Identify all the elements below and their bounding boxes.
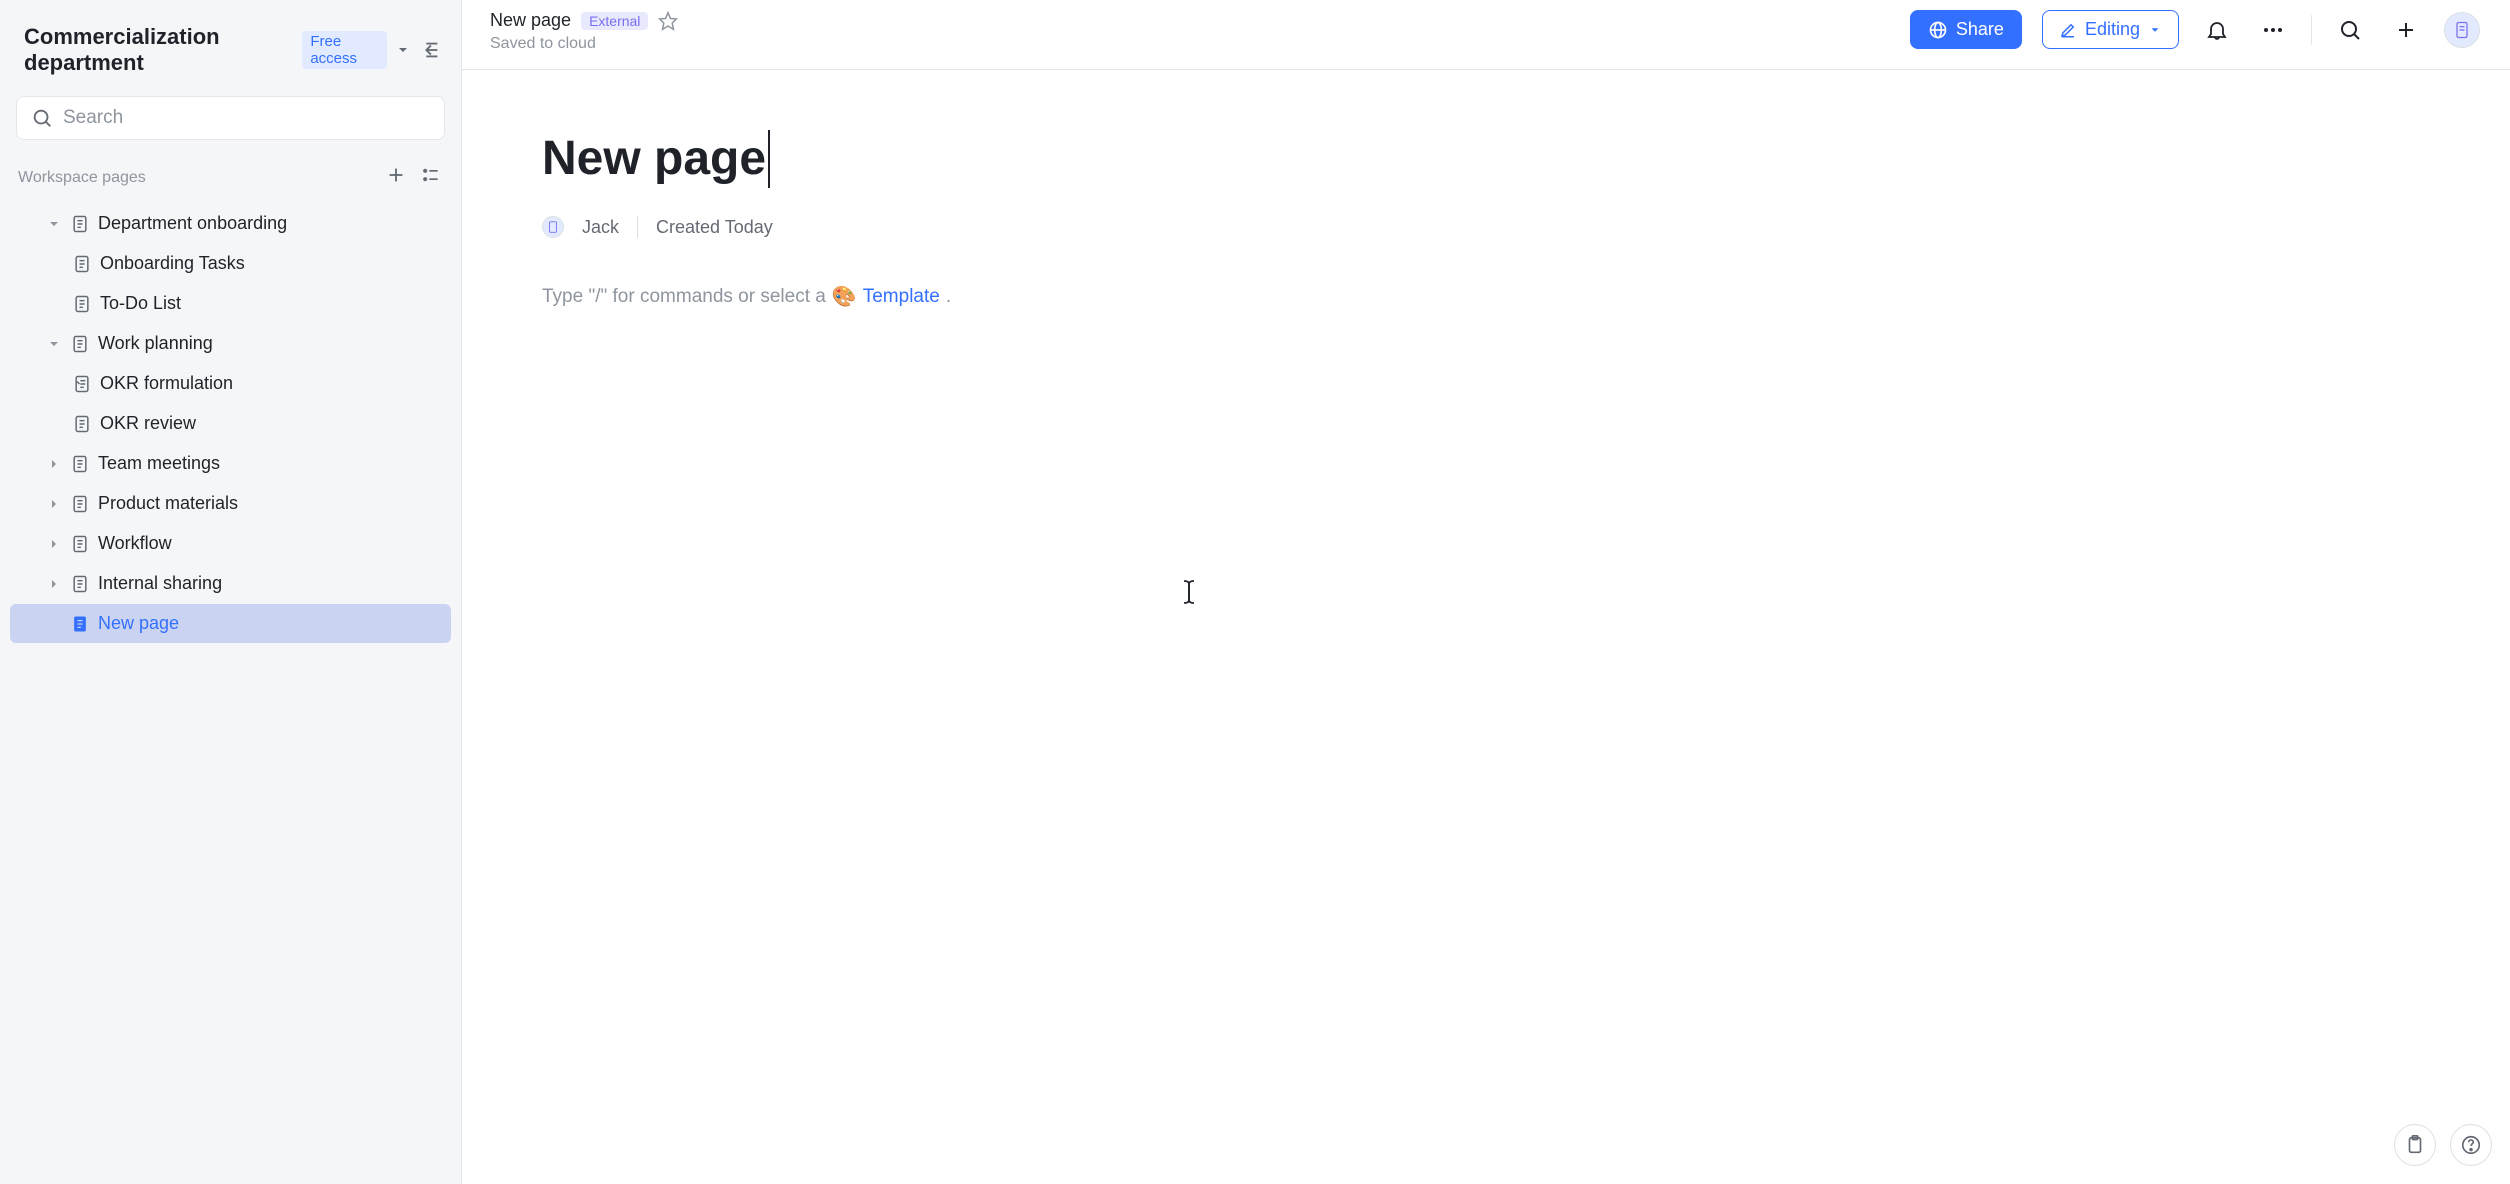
tree-item[interactable]: OKR review	[10, 404, 451, 443]
created-label: Created Today	[656, 217, 773, 238]
chevron-down-icon[interactable]	[46, 338, 62, 350]
user-avatar[interactable]	[2444, 12, 2480, 48]
page-tree: Department onboarding Onboarding Tasks T…	[10, 199, 451, 648]
tree-item[interactable]: OKR formulation	[10, 364, 451, 403]
tree-item[interactable]: Product materials	[10, 484, 451, 523]
external-badge: External	[581, 12, 648, 30]
chevron-down-icon[interactable]	[46, 218, 62, 230]
collapse-sidebar-icon[interactable]	[419, 39, 441, 61]
author-avatar-icon	[542, 216, 564, 238]
list-settings-icon[interactable]	[421, 165, 441, 190]
tree-item-label: Product materials	[98, 493, 238, 514]
pencil-icon	[2059, 21, 2077, 39]
page-icon	[72, 254, 92, 274]
editor-placeholder[interactable]: Type "/" for commands or select a 🎨 Temp…	[542, 284, 2430, 309]
workspace-header: Commercialization department Free access	[10, 10, 451, 90]
chevron-right-icon[interactable]	[46, 578, 62, 590]
notifications-button[interactable]	[2199, 12, 2235, 48]
tree-item[interactable]: Workflow	[10, 524, 451, 563]
search-icon	[31, 107, 53, 129]
share-button[interactable]: Share	[1910, 10, 2022, 49]
top-bar: New page External Saved to cloud Share E…	[462, 0, 2510, 70]
tree-item-label: New page	[98, 613, 179, 634]
main-content: New page External Saved to cloud Share E…	[462, 0, 2510, 1184]
author-name: Jack	[582, 217, 619, 238]
globe-icon	[1928, 20, 1948, 40]
divider	[2311, 15, 2312, 45]
search-input[interactable]	[63, 107, 430, 129]
tree-item[interactable]: Team meetings	[10, 444, 451, 483]
help-icon	[2460, 1134, 2482, 1156]
tree-item-label: Internal sharing	[98, 573, 222, 594]
workspace-caret-icon[interactable]	[395, 42, 411, 58]
tree-item[interactable]: Department onboarding	[10, 204, 451, 243]
section-header: Workspace pages	[10, 156, 451, 199]
chevron-right-icon[interactable]	[46, 538, 62, 550]
star-icon[interactable]	[658, 11, 678, 31]
help-fab[interactable]	[2450, 1124, 2492, 1166]
search-box[interactable]	[16, 96, 445, 140]
page-icon	[70, 614, 90, 634]
clipboard-icon	[2404, 1134, 2426, 1156]
page-icon	[70, 454, 90, 474]
save-status: Saved to cloud	[490, 35, 678, 53]
section-title: Workspace pages	[18, 169, 146, 187]
free-access-badge: Free access	[302, 31, 387, 69]
sidebar: Commercialization department Free access…	[0, 0, 462, 1184]
tree-item-label: OKR review	[100, 413, 196, 434]
tree-item-label: Team meetings	[98, 453, 220, 474]
template-link[interactable]: Template	[863, 286, 940, 308]
bell-icon	[2205, 18, 2229, 42]
chevron-down-icon	[2148, 23, 2162, 37]
tree-item-selected[interactable]: New page	[10, 604, 451, 643]
page-icon	[70, 334, 90, 354]
plus-icon	[2394, 18, 2418, 42]
find-button[interactable]	[2332, 12, 2368, 48]
more-horizontal-icon	[2261, 18, 2285, 42]
page-icon	[72, 294, 92, 314]
tree-item[interactable]: Onboarding Tasks	[10, 244, 451, 283]
page-icon	[70, 214, 90, 234]
tree-item-label: OKR formulation	[100, 373, 233, 394]
add-button[interactable]	[2388, 12, 2424, 48]
chevron-right-icon[interactable]	[46, 458, 62, 470]
tree-item-label: To-Do List	[100, 293, 181, 314]
page-icon	[70, 574, 90, 594]
chevron-right-icon[interactable]	[46, 498, 62, 510]
tree-item-label: Onboarding Tasks	[100, 253, 245, 274]
editor-area[interactable]: New page Jack Created Today Type "/" for…	[462, 70, 2510, 1184]
more-button[interactable]	[2255, 12, 2291, 48]
editing-mode-button[interactable]: Editing	[2042, 10, 2179, 49]
tree-item[interactable]: Work planning	[10, 324, 451, 363]
page-icon	[72, 414, 92, 434]
add-page-icon[interactable]	[385, 164, 407, 191]
workspace-title: Commercialization department	[24, 24, 294, 76]
page-icon	[72, 374, 92, 394]
tree-item[interactable]: Internal sharing	[10, 564, 451, 603]
clipboard-fab[interactable]	[2394, 1124, 2436, 1166]
breadcrumb-title[interactable]: New page	[490, 10, 571, 31]
template-sparkle-icon: 🎨	[832, 284, 857, 309]
tree-item[interactable]: To-Do List	[10, 284, 451, 323]
search-icon	[2338, 18, 2362, 42]
tree-item-label: Workflow	[98, 533, 172, 554]
document-title[interactable]: New page	[542, 130, 770, 188]
tree-item-label: Department onboarding	[98, 213, 287, 234]
tree-item-label: Work planning	[98, 333, 213, 354]
page-icon	[70, 494, 90, 514]
document-meta: Jack Created Today	[542, 216, 2430, 238]
page-icon	[70, 534, 90, 554]
divider	[637, 216, 638, 238]
